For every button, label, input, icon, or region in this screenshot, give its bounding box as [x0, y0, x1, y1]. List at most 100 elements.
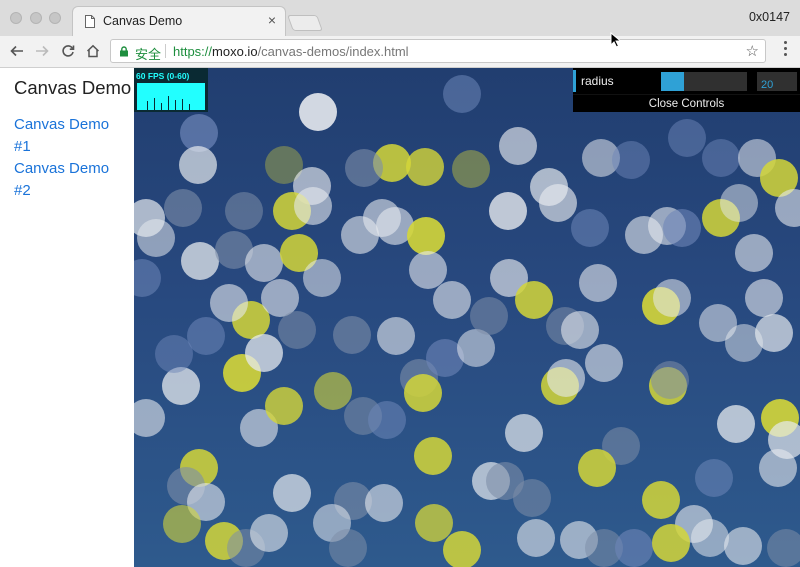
particle-circle	[612, 141, 650, 179]
particle-circle	[333, 316, 371, 354]
fps-graph-bar	[175, 100, 176, 110]
particle-circle	[368, 401, 406, 439]
browser-menu-icon[interactable]	[784, 41, 788, 59]
particle-circle	[653, 279, 691, 317]
tab-close-icon[interactable]: ×	[268, 12, 276, 28]
particle-circle	[489, 192, 527, 230]
fps-graph-bar	[161, 103, 162, 110]
fps-graph-bar	[182, 99, 183, 110]
fps-meter[interactable]: 60 FPS (0-60)	[134, 68, 208, 112]
control-accent-bar	[573, 70, 576, 92]
sidebar-link-demo-2[interactable]: Canvas Demo #2	[14, 158, 124, 202]
particle-circle	[663, 209, 701, 247]
particle-circle	[164, 189, 202, 227]
radius-slider-fill	[661, 72, 685, 91]
particle-circle	[745, 279, 783, 317]
radius-value-input[interactable]: 20	[757, 72, 797, 91]
particle-circle	[652, 524, 690, 562]
particle-circle	[409, 251, 447, 289]
home-icon	[86, 44, 100, 58]
particle-circle	[470, 297, 508, 335]
particle-circle	[724, 527, 762, 565]
url-host: moxo.io	[212, 44, 258, 59]
particle-circle	[187, 317, 225, 355]
reload-button[interactable]	[59, 42, 77, 60]
profile-label[interactable]: 0x0147	[749, 10, 790, 24]
particle-circle	[245, 334, 283, 372]
particle-circle	[250, 514, 288, 552]
particle-circle	[179, 146, 217, 184]
particle-circle	[137, 219, 175, 257]
new-tab-button[interactable]	[287, 15, 323, 31]
address-bar[interactable]: 安全 https://moxo.io/canvas-demos/index.ht…	[110, 39, 766, 63]
particle-circle	[767, 529, 800, 567]
particle-circle	[329, 529, 367, 567]
url-path: /canvas-demos/index.html	[257, 44, 409, 59]
particle-circle	[443, 75, 481, 113]
particle-circle	[314, 372, 352, 410]
sidebar: Canvas Demo Canvas Demo #1 Canvas Demo #…	[0, 68, 134, 567]
mouse-cursor-icon	[610, 32, 622, 48]
document-icon	[85, 15, 95, 28]
particle-circle	[702, 139, 740, 177]
controls-panel: radius 20 Close Controls	[573, 68, 800, 112]
particle-circle	[265, 387, 303, 425]
particle-circle	[225, 192, 263, 230]
particle-circle	[377, 317, 415, 355]
fps-graph-bar	[154, 98, 155, 110]
close-controls-button[interactable]: Close Controls	[573, 94, 800, 113]
particle-circle	[273, 474, 311, 512]
bookmark-star-icon[interactable]: ☆	[746, 42, 759, 60]
back-button[interactable]	[8, 42, 26, 60]
browser-tab[interactable]: Canvas Demo ×	[72, 6, 286, 37]
sidebar-link-demo-1[interactable]: Canvas Demo #1	[14, 114, 124, 158]
particle-circle	[668, 119, 706, 157]
particle-circle	[579, 264, 617, 302]
particle-circle	[134, 399, 165, 437]
particle-circle	[162, 367, 200, 405]
fps-graph-bar	[168, 96, 169, 110]
particle-circle	[699, 304, 737, 342]
url-divider	[165, 44, 166, 58]
browser-toolbar: 安全 https://moxo.io/canvas-demos/index.ht…	[0, 36, 800, 68]
window-zoom-button[interactable]	[49, 12, 61, 24]
window-minimize-button[interactable]	[30, 12, 42, 24]
particle-circle	[539, 184, 577, 222]
fps-graph	[137, 83, 205, 110]
particle-circle	[513, 479, 551, 517]
particle-circle	[452, 150, 490, 188]
particle-circle	[561, 311, 599, 349]
url-text[interactable]: https://moxo.io/canvas-demos/index.html	[173, 44, 409, 59]
tab-title: Canvas Demo	[103, 14, 183, 28]
particle-circle	[210, 284, 248, 322]
particle-circle	[720, 184, 758, 222]
particle-circle	[717, 405, 755, 443]
particle-circle	[735, 234, 773, 272]
secure-label: 安全	[135, 47, 162, 62]
particle-circle	[578, 449, 616, 487]
home-button[interactable]	[84, 42, 102, 60]
particle-circle	[261, 279, 299, 317]
particle-circle	[406, 148, 444, 186]
window-close-button[interactable]	[10, 12, 22, 24]
fps-text: 60 FPS (0-60)	[136, 71, 190, 81]
particle-circle	[695, 459, 733, 497]
forward-arrow-icon	[36, 45, 49, 57]
particle-circle	[415, 504, 453, 542]
particle-circle	[278, 311, 316, 349]
particle-circle	[515, 281, 553, 319]
particle-circle	[433, 281, 471, 319]
reload-icon	[62, 45, 75, 57]
page-title: Canvas Demo	[14, 77, 132, 98]
particle-circle	[303, 259, 341, 297]
demo-canvas[interactable]: 60 FPS (0-60) radius 20 Close Controls	[134, 68, 800, 567]
forward-button[interactable]	[33, 42, 51, 60]
particle-circle	[642, 481, 680, 519]
particle-circle	[407, 217, 445, 255]
fps-graph-bar	[189, 104, 190, 110]
particle-circle	[517, 519, 555, 557]
radius-slider[interactable]	[661, 72, 747, 91]
fps-graph-bar	[147, 101, 148, 110]
particle-circle	[691, 519, 729, 557]
particle-circle	[245, 244, 283, 282]
